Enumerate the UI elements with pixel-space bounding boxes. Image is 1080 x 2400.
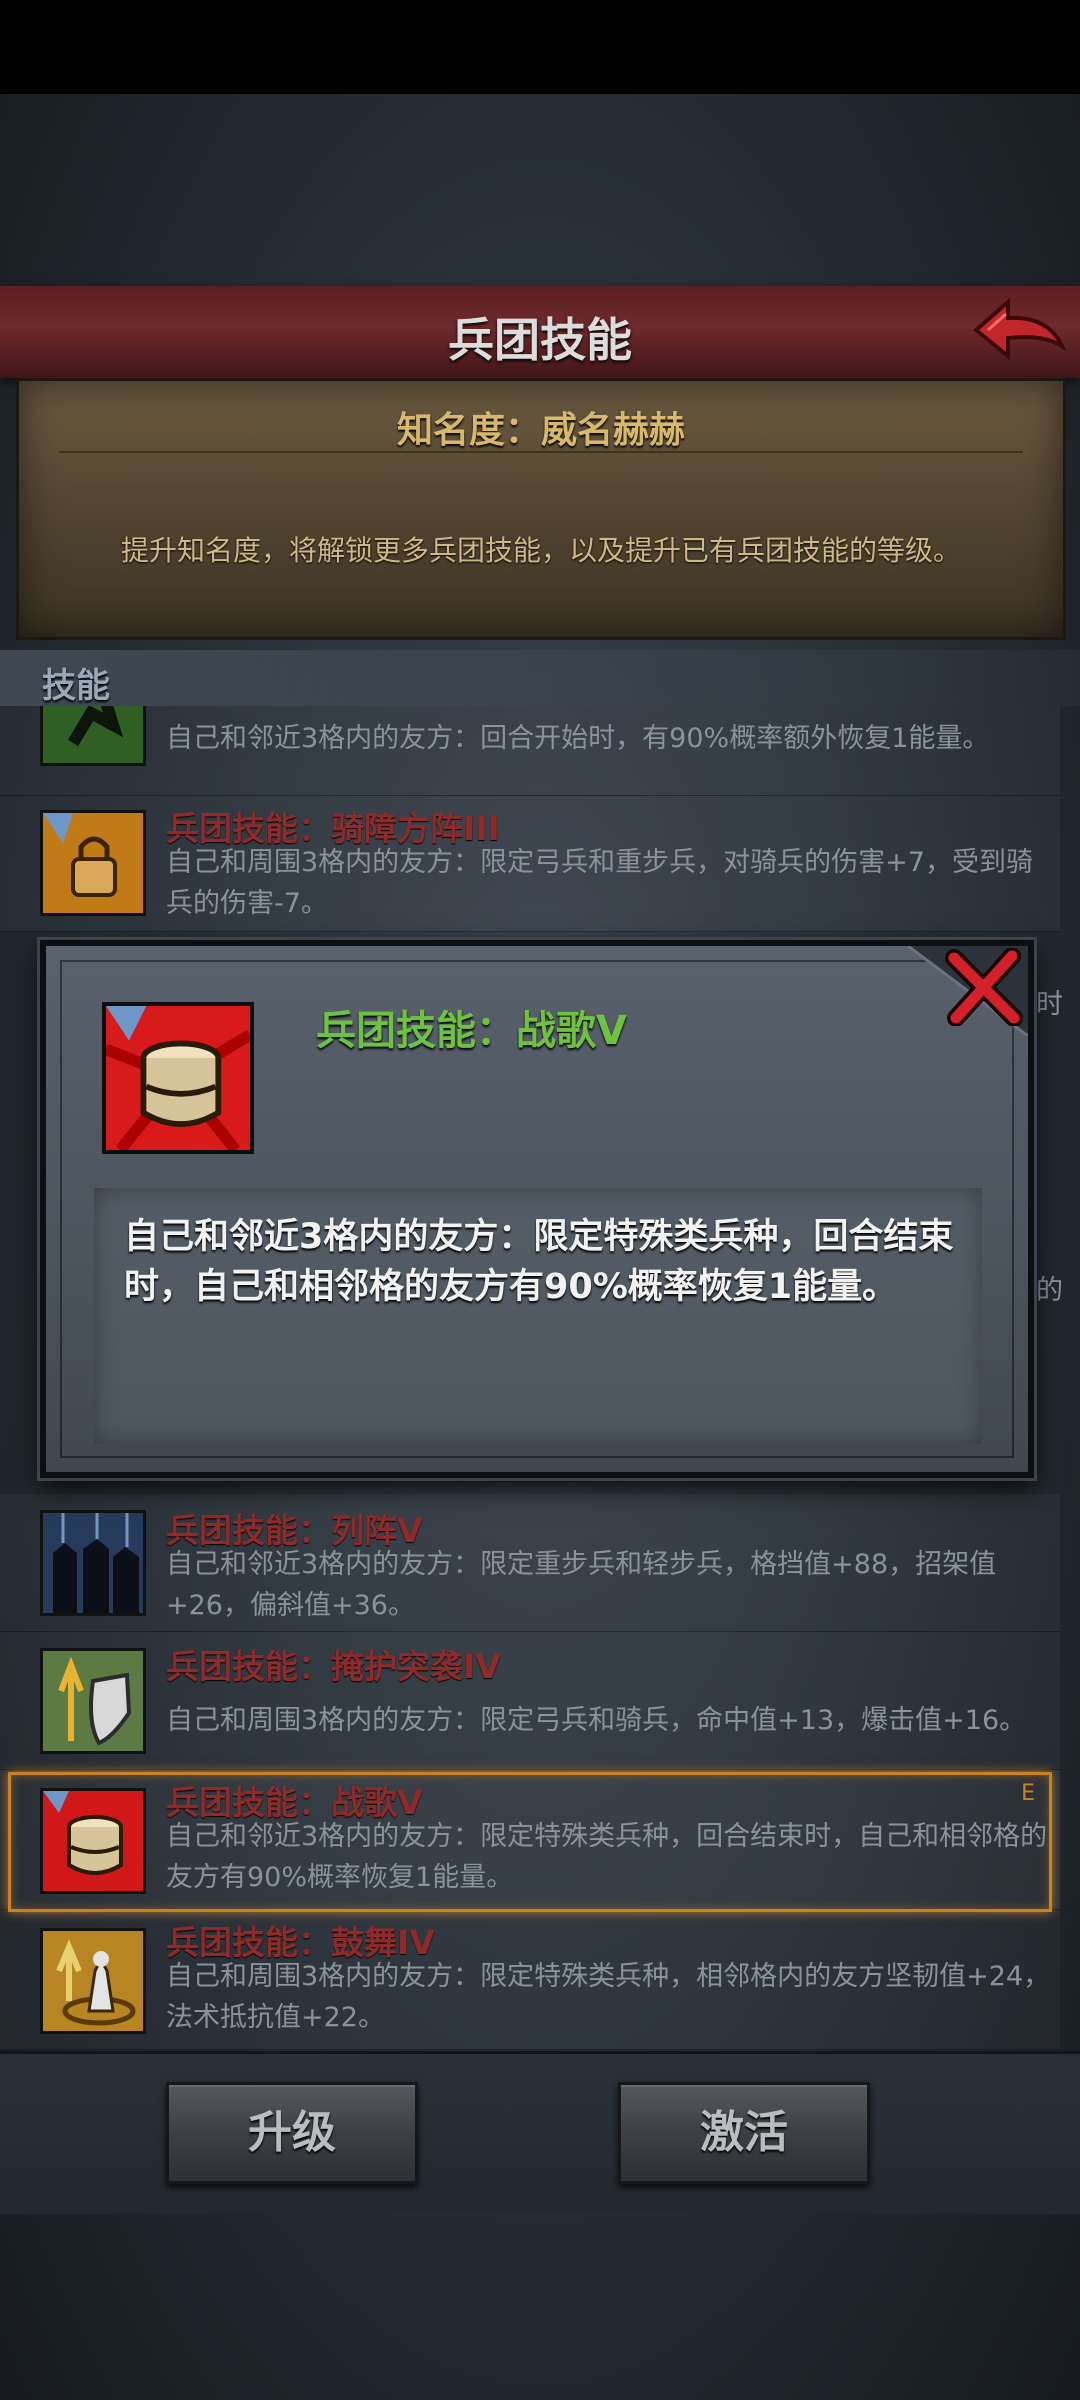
upgrade-button[interactable]: 升级 (166, 2082, 418, 2184)
selected-skill-highlight: E (8, 1772, 1052, 1912)
popup-war-drum-icon (102, 1002, 254, 1154)
hidden-row-fragment: 的 (1036, 1275, 1063, 1306)
inspire-figure-icon (40, 1928, 146, 2034)
padlock-shield-icon (40, 810, 146, 916)
selected-marker: E (1021, 1781, 1035, 1806)
status-bar (0, 0, 1080, 94)
skill-description: 自己和邻近3格内的友方：限定重步兵和轻步兵，格挡值+88，招架值+26，偏斜值+… (166, 1549, 997, 1621)
skill-row-5[interactable]: 兵团技能：鼓舞IV 自己和周围3格内的友方：限定特殊类兵种，相邻格内的友方坚韧值… (0, 1910, 1060, 2050)
popup-description-box: 自己和邻近3格内的友方：限定特殊类兵种，回合结束时，自己和相邻格的友方有90%概… (94, 1188, 982, 1444)
back-button[interactable] (968, 294, 1068, 372)
fame-description: 提升知名度，将解锁更多兵团技能，以及提升已有兵团技能的等级。 (120, 534, 961, 567)
fame-divider (59, 451, 1023, 453)
skill-row-0[interactable]: 自己和邻近3格内的友方：回合开始时，有90%概率额外恢复1能量。 (0, 706, 1060, 796)
popup-close-button[interactable] (944, 947, 1024, 1027)
hidden-row-fragment: 时 (1036, 989, 1063, 1020)
skill-row-3[interactable]: 兵团技能：掩护突袭IV 自己和周围3格内的友方：限定弓兵和骑兵，命中值+13，爆… (0, 1632, 1060, 1770)
fame-title: 知名度：威名赫赫 (396, 410, 685, 451)
soldiers-formation-icon (40, 1510, 146, 1616)
running-figure-icon (40, 706, 146, 766)
skill-description: 自己和邻近3格内的友方：回合开始时，有90%概率额外恢复1能量。 (166, 723, 990, 754)
skills-section-header: 技能 (0, 650, 1080, 706)
popup-skill-title: 兵团技能：战歌V (316, 1008, 627, 1054)
shield-arrow-icon (40, 1648, 146, 1754)
close-icon (945, 947, 1023, 1027)
skill-row-2[interactable]: 兵团技能：列阵V 自己和邻近3格内的友方：限定重步兵和轻步兵，格挡值+88，招架… (0, 1494, 1060, 1632)
bottom-action-bar: 升级 激活 (0, 2051, 1080, 2214)
title-bar: 兵团技能 (0, 286, 1080, 378)
skill-description: 自己和周围3格内的友方：限定弓兵和重步兵，对骑兵的伤害+7，受到骑兵的伤害-7。 (166, 847, 1033, 919)
skill-name: 兵团技能：掩护突袭IV (166, 1647, 501, 1686)
skill-description: 自己和周围3格内的友方：限定弓兵和骑兵，命中值+13，爆击值+16。 (166, 1705, 1027, 1736)
skill-description: 自己和周围3格内的友方：限定特殊类兵种，相邻格内的友方坚韧值+24，法术抵抗值+… (166, 1961, 1051, 2033)
fame-panel: 知名度：威名赫赫 提升知名度，将解锁更多兵团技能，以及提升已有兵团技能的等级。 (16, 378, 1066, 640)
skill-row-1[interactable]: 兵团技能：骑障方阵III 自己和周围3格内的友方：限定弓兵和重步兵，对骑兵的伤害… (0, 796, 1060, 932)
page-title: 兵团技能 (448, 313, 632, 367)
skill-detail-popup: 兵团技能：战歌V 自己和邻近3格内的友方：限定特殊类兵种，回合结束时，自己和相邻… (40, 940, 1034, 1478)
activate-button[interactable]: 激活 (618, 2082, 870, 2184)
skills-section-label: 技能 (42, 666, 110, 706)
back-arrow-icon (972, 297, 1067, 361)
popup-skill-description: 自己和邻近3格内的友方：限定特殊类兵种，回合结束时，自己和相邻格的友方有90%概… (124, 1217, 954, 1307)
